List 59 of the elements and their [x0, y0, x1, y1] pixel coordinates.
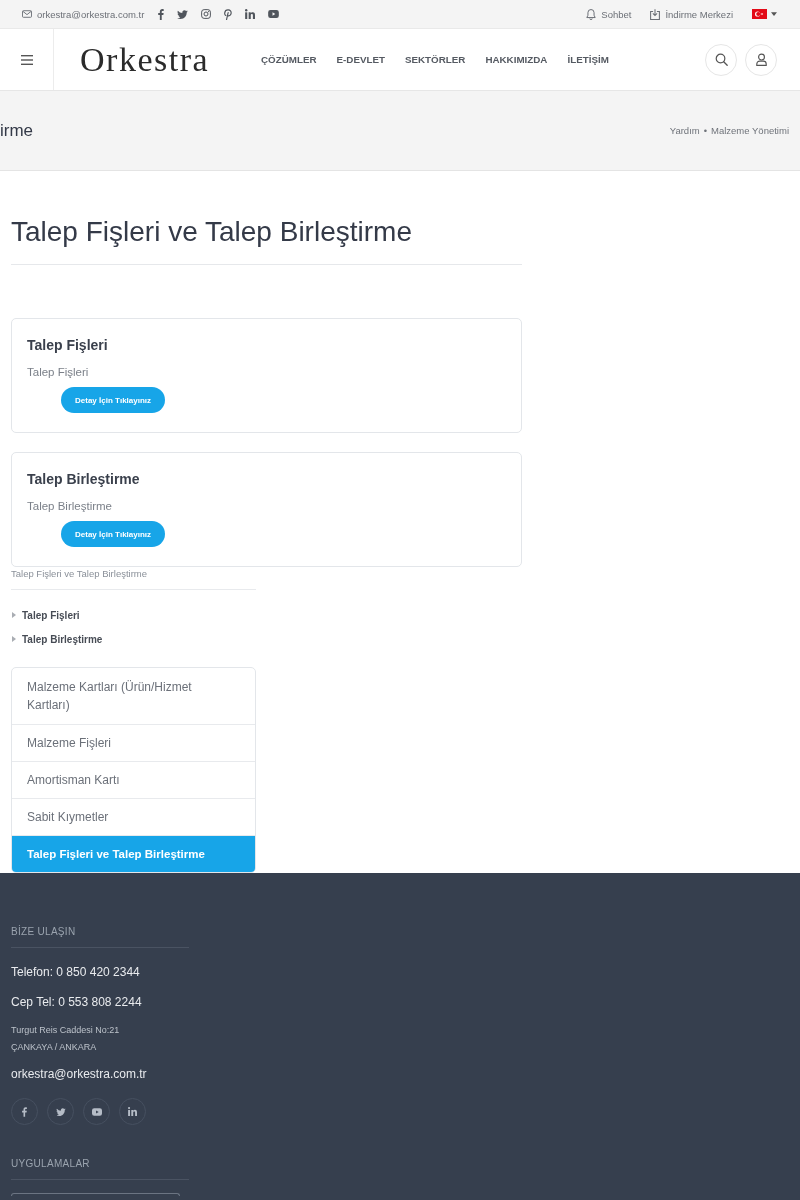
download-icon: [650, 8, 661, 20]
address-line: ÇANKAYA / ANKARA: [11, 1041, 98, 1054]
breadcrumb-link[interactable]: Malzeme Yönetimi: [711, 125, 789, 136]
page-title: irme: [0, 120, 34, 141]
menu-item[interactable]: Malzeme Fişleri: [12, 724, 255, 761]
search-icon: [714, 53, 728, 66]
logo[interactable]: Orkestra: [80, 42, 210, 77]
linkedin-button[interactable]: [119, 1098, 146, 1125]
linkedin-icon[interactable]: [245, 9, 256, 19]
sidebar-link[interactable]: Talep Fişleri: [22, 609, 80, 621]
mobile-number: Cep Tel: 0 553 808 2244: [11, 994, 143, 1011]
footer-heading: UYGULAMALAR: [11, 1157, 91, 1171]
footer-heading: BİZE ULAŞIN: [11, 925, 77, 939]
pinterest-icon[interactable]: [224, 8, 233, 20]
chat-link[interactable]: Sohbet: [586, 8, 632, 20]
card-description: Talep Fişleri: [27, 365, 90, 380]
flag-icon: [752, 9, 767, 19]
page-heading: Talep Fişleri ve Talep Birleştirme: [11, 215, 413, 249]
address-line: Turgut Reis Caddesi No:21: [11, 1024, 121, 1037]
bell-icon: [586, 8, 597, 20]
caret-icon: [771, 12, 777, 16]
email-link[interactable]: orkestra@orkestra.com.tr: [22, 8, 145, 20]
menu-item[interactable]: Talep Fişleri ve Talep Birleştirme: [12, 835, 255, 872]
footer-email[interactable]: orkestra@orkestra.com.tr: [11, 1064, 189, 1084]
nav-link[interactable]: ÇÖZÜMLER: [261, 54, 317, 65]
detail-button[interactable]: Detay İçin Tıklayınız: [61, 521, 166, 547]
card-title: Talep Birleştirme: [27, 470, 141, 489]
sidebar-link[interactable]: Talep Birleştirme: [22, 633, 103, 645]
search-button[interactable]: [705, 43, 737, 76]
menu-item[interactable]: Amortisman Kartı: [12, 761, 255, 798]
nav-link[interactable]: SEKTÖRLER: [404, 54, 466, 65]
linkedin-icon: [128, 1107, 137, 1116]
account-button[interactable]: [745, 43, 777, 76]
breadcrumb-separator: •: [703, 125, 708, 136]
youtube-icon: [91, 1107, 102, 1116]
facebook-icon: [22, 1106, 27, 1117]
caret-icon: [12, 612, 16, 618]
mail-icon: [22, 10, 32, 18]
menu-item[interactable]: Malzeme Kartları (Ürün/Hizmet Kartları): [12, 668, 255, 724]
card-description: Talep Birleştirme: [27, 499, 113, 514]
phone-number: Telefon: 0 850 420 2344: [11, 964, 141, 981]
youtube-icon[interactable]: [268, 10, 280, 18]
language-selector[interactable]: [752, 9, 777, 19]
instagram-icon[interactable]: [201, 9, 212, 19]
downloads-link[interactable]: İndirme Merkezi: [650, 8, 733, 20]
twitter-icon[interactable]: [177, 9, 189, 19]
breadcrumb-link[interactable]: Yardım: [669, 125, 700, 136]
user-icon: [754, 53, 768, 66]
card-title: Talep Fişleri: [27, 336, 109, 355]
nav-link[interactable]: İLETİŞİM: [567, 54, 609, 65]
detail-button[interactable]: Detay İçin Tıklayınız: [61, 387, 166, 413]
sidebar-title: Talep Fişleri ve Talep Birleştirme: [11, 567, 149, 581]
menu-button[interactable]: [20, 54, 33, 65]
caret-icon: [12, 636, 16, 642]
nav-link[interactable]: HAKKIMIZDA: [485, 54, 548, 65]
twitter-icon: [55, 1107, 66, 1116]
nav-link[interactable]: E-DEVLET: [336, 54, 385, 65]
menu-icon: [20, 54, 33, 65]
facebook-icon[interactable]: [158, 8, 165, 20]
